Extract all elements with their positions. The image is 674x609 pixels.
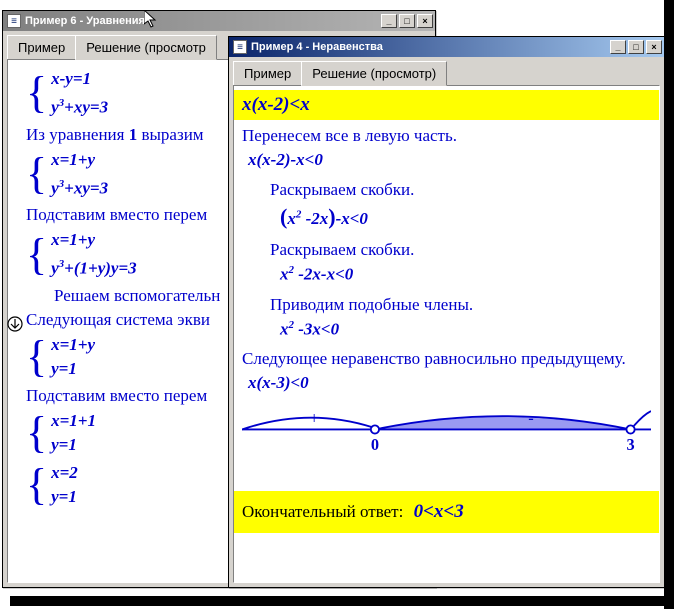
title-bg: Пример 6 - Уравнения — [25, 15, 381, 27]
final-answer-row: Окончательный ответ: 0<x<3 — [234, 491, 659, 533]
answer-math: 0<x<3 — [414, 501, 464, 522]
equation-line: x=1+y — [51, 149, 108, 171]
title-buttons-bg: _ □ × — [381, 14, 433, 28]
equation-line: y=1 — [51, 434, 96, 456]
equation-line: y3+xy=3 — [51, 92, 108, 119]
equation-line: x=2 — [51, 462, 78, 484]
problem-statement: x(x-2)<x — [234, 90, 659, 120]
equation-line: x=1+y — [51, 334, 95, 356]
titlebar-fg[interactable]: ≡ Пример 4 - Неравенства _ □ × — [229, 37, 664, 57]
equation-line: x-y=1 — [51, 68, 108, 90]
close-button[interactable]: × — [646, 40, 662, 54]
cursor-icon — [144, 10, 160, 30]
maximize-button[interactable]: □ — [628, 40, 644, 54]
sign-plus: + — [308, 409, 319, 427]
page-shadow-bottom — [10, 596, 665, 606]
tabs-fg: Пример Решение (просмотр) — [229, 57, 664, 85]
step-text: Следующее неравенство равносильно предыд… — [242, 349, 651, 369]
equation-line: y=1 — [51, 358, 95, 380]
tab-solution[interactable]: Решение (просмотр — [75, 35, 217, 60]
step-math: (x2 -2x)-x<0 — [252, 204, 651, 230]
app-icon: ≡ — [7, 14, 21, 28]
title-buttons-fg: _ □ × — [610, 40, 662, 54]
content-fg: x(x-2)<x Перенесем все в левую часть. x(… — [233, 85, 660, 583]
step-text: Приводим подобные члены. — [242, 295, 651, 315]
equation-line: x=1+1 — [51, 410, 96, 432]
tab-solution[interactable]: Решение (просмотр) — [301, 61, 447, 86]
step-math: x2 -2x-x<0 — [252, 264, 651, 285]
page-shadow-right — [664, 0, 674, 609]
answer-label: Окончательный ответ: — [242, 502, 403, 521]
equation-line: y3+(1+y)y=3 — [51, 253, 137, 280]
step-math: x2 -3x<0 — [252, 319, 651, 340]
step-text: Перенесем все в левую часть. — [242, 126, 651, 146]
equation-line: y3+xy=3 — [51, 173, 108, 200]
titlebar-bg[interactable]: ≡ Пример 6 - Уравнения _ □ × — [3, 11, 435, 31]
down-arrow-icon[interactable] — [7, 316, 23, 332]
app-icon: ≡ — [233, 40, 247, 54]
step-math: x(x-3)<0 — [248, 373, 651, 393]
minimize-button[interactable]: _ — [381, 14, 397, 28]
tab-example[interactable]: Пример — [7, 35, 76, 59]
mark-3: 3 — [626, 435, 634, 454]
window-inequalities: ≡ Пример 4 - Неравенства _ □ × Пример Ре… — [228, 36, 665, 588]
close-button[interactable]: × — [417, 14, 433, 28]
equation-line: x=1+y — [51, 229, 137, 251]
minimize-button[interactable]: _ — [610, 40, 626, 54]
mark-0: 0 — [371, 435, 379, 454]
step-math: x(x-2)-x<0 — [248, 150, 651, 170]
number-line-plot: + - 0 3 — [242, 409, 651, 460]
equation-line: y=1 — [51, 486, 78, 508]
step-text: Раскрываем скобки. — [242, 240, 651, 260]
problem-math: x(x-2)<x — [242, 94, 310, 115]
tab-example[interactable]: Пример — [233, 61, 302, 85]
step-text: Раскрываем скобки. — [242, 180, 651, 200]
maximize-button[interactable]: □ — [399, 14, 415, 28]
sign-minus: - — [528, 409, 533, 427]
title-fg: Пример 4 - Неравенства — [251, 41, 610, 53]
